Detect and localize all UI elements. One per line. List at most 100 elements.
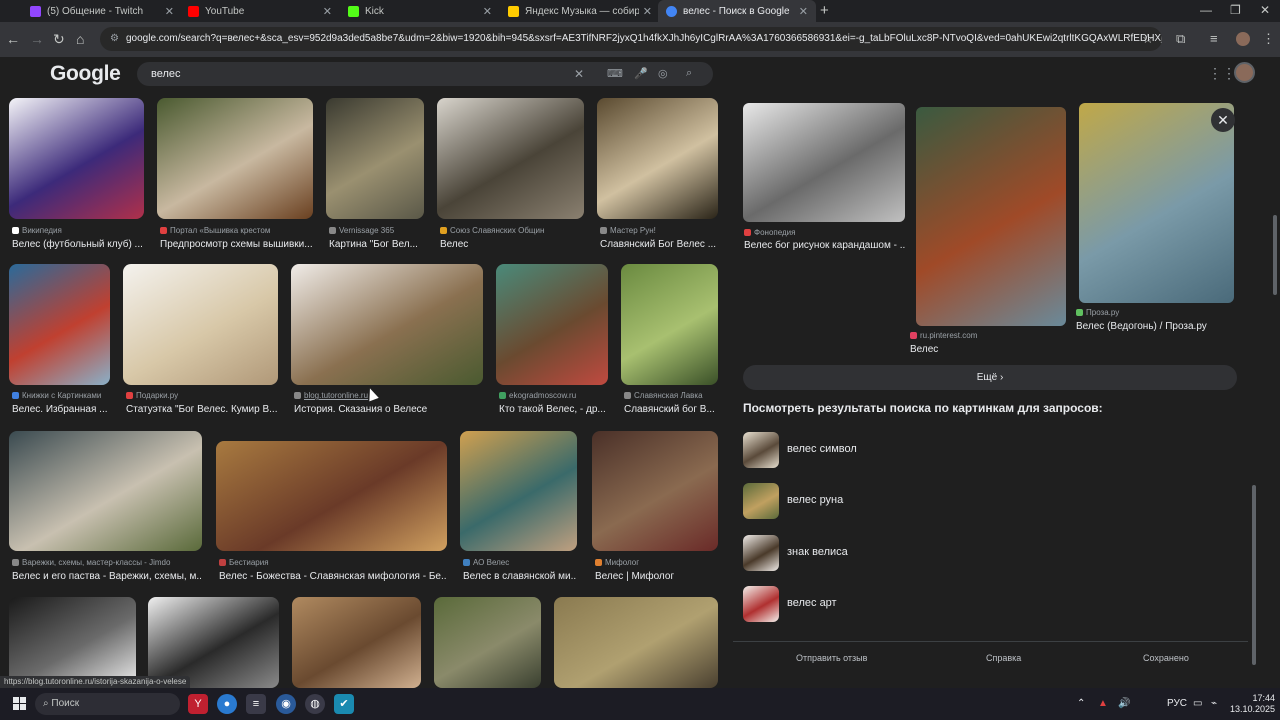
page-scrollbar[interactable] [1270, 57, 1280, 688]
result-thumbnail[interactable] [157, 98, 313, 219]
result-thumbnail[interactable] [597, 98, 718, 219]
result-source[interactable]: Союз Славянских Общин [440, 226, 584, 235]
language-indicator[interactable]: РУС [1167, 698, 1187, 709]
result-thumbnail[interactable] [291, 264, 483, 385]
image-result[interactable]: Славянская Лавка Славянский бог В... [621, 264, 718, 416]
panel-image-source[interactable]: ru.pinterest.com [910, 331, 977, 340]
extensions-icon[interactable]: ⧉ [1176, 31, 1185, 47]
image-result[interactable]: Книжки с Картинками Велес. Избранная ... [9, 264, 110, 416]
display-icon[interactable]: ▭ [1193, 698, 1202, 709]
search-icon[interactable]: ⌕ [686, 67, 692, 80]
panel-image-title[interactable]: Велес [910, 344, 1060, 355]
related-search-item[interactable]: велес символ [743, 432, 1237, 468]
chevron-up-icon[interactable]: ⌃ [1077, 698, 1085, 709]
image-result[interactable]: Союз Славянских Общин Велес [437, 98, 584, 250]
result-thumbnail[interactable] [292, 597, 421, 688]
close-tab-icon[interactable]: ✕ [323, 5, 332, 18]
result-thumbnail[interactable] [123, 264, 278, 385]
result-source[interactable]: Варежки, схемы, мастер-классы - Jimdo [12, 558, 202, 567]
feedback-link[interactable]: Отправить отзыв [796, 653, 867, 663]
result-source[interactable]: Подарки.ру [126, 391, 278, 400]
close-window-icon[interactable]: ✕ [1260, 3, 1270, 17]
panel-image-source[interactable]: Проза.ру [1076, 308, 1119, 317]
tab-yandex-music[interactable]: Яндекс Музыка — собираем музыку ✕ [500, 0, 660, 22]
image-result[interactable]: АО Велес Велес в славянской ми... [460, 431, 577, 583]
search-box[interactable]: велес ✕ ⌨ 🎤 ◎ ⌕ [137, 62, 713, 86]
keyboard-icon[interactable]: ⌨ [607, 67, 623, 80]
image-result[interactable]: Википедия Велес (футбольный клуб) ... [9, 98, 144, 250]
image-result[interactable] [148, 597, 279, 688]
result-thumbnail[interactable] [437, 98, 584, 219]
apps-grid-icon[interactable]: ⋮⋮ [1208, 65, 1236, 82]
result-source[interactable]: blog.tutoronline.ru [294, 391, 483, 400]
help-link[interactable]: Справка [986, 653, 1021, 663]
profile-icon[interactable] [1236, 32, 1250, 46]
image-result[interactable]: Мифолог Велес | Мифолог [592, 431, 718, 583]
image-result[interactable]: Бестиария Велес - Божества - Славянская … [216, 431, 447, 583]
tab-kick[interactable]: Kick ✕ [340, 0, 500, 22]
more-button[interactable]: Ещё › [743, 365, 1237, 390]
related-search-item[interactable]: велес арт [743, 586, 1237, 622]
windows-start-icon[interactable] [13, 697, 26, 710]
image-result[interactable]: Мастер Рун! Славянский Бог Велес ... [597, 98, 718, 250]
lens-icon[interactable]: ◎ [658, 67, 668, 80]
result-title[interactable]: Картина "Бог Вел... [329, 239, 424, 250]
close-tab-icon[interactable]: ✕ [483, 5, 492, 18]
chrome-active-icon[interactable]: ◉ [276, 694, 296, 714]
result-title[interactable]: Велес (футбольный клуб) ... [12, 239, 144, 250]
panel-image[interactable] [1079, 103, 1234, 303]
image-result[interactable] [292, 597, 421, 688]
result-title[interactable]: Предпросмотр схемы вышивки... [160, 239, 313, 250]
result-title[interactable]: История. Сказания о Велесе [294, 404, 483, 415]
result-title[interactable]: Кто такой Велес, - др... [499, 404, 608, 415]
panel-image[interactable] [916, 107, 1066, 326]
restore-icon[interactable]: ❐ [1230, 3, 1241, 17]
bookmark-star-icon[interactable]: ☆ [1142, 31, 1154, 47]
panel-scrollbar[interactable] [1250, 95, 1258, 688]
result-title[interactable]: Велес в славянской ми... [463, 571, 577, 582]
close-tab-icon[interactable]: ✕ [799, 5, 808, 18]
result-thumbnail[interactable] [148, 597, 279, 688]
image-result[interactable]: Vernissage 365 Картина "Бог Вел... [326, 98, 424, 250]
chrome-icon[interactable]: ● [217, 694, 237, 714]
obs-icon[interactable]: ◍ [305, 694, 325, 714]
result-source[interactable]: Мастер Рун! [600, 226, 718, 235]
result-source[interactable]: ekogradmoscow.ru [499, 391, 608, 400]
result-thumbnail[interactable] [592, 431, 718, 551]
result-title[interactable]: Славянский Бог Велес ... [600, 239, 718, 250]
result-thumbnail[interactable] [9, 98, 144, 219]
network-icon[interactable]: ⌁ [1211, 698, 1217, 709]
back-icon[interactable]: ← [6, 31, 20, 47]
saved-link[interactable]: Сохранено [1143, 653, 1189, 663]
google-logo[interactable]: Google [50, 62, 121, 86]
close-tab-icon[interactable]: ✕ [165, 5, 174, 18]
close-tab-icon[interactable]: ✕ [643, 5, 652, 18]
panel-image-title[interactable]: Велес (Ведогонь) / Проза.ру [1076, 321, 1236, 332]
image-result[interactable]: Портал «Вышивка крестом Предпросмотр схе… [157, 98, 313, 250]
reload-icon[interactable]: ↻ [53, 31, 65, 48]
result-source[interactable]: Мифолог [595, 558, 718, 567]
tab-google-search[interactable]: велес - Поиск в Google ✕ [658, 0, 816, 22]
page-scrollbar-thumb[interactable] [1273, 215, 1277, 295]
tab-youtube[interactable]: YouTube ✕ [180, 0, 340, 22]
address-bar[interactable]: ⚙ google.com/search?q=велес+&sca_esv=952d… [100, 27, 1162, 51]
result-title[interactable]: Велес | Мифолог [595, 571, 718, 582]
app-icon[interactable]: ✔ [334, 694, 354, 714]
minimize-icon[interactable]: — [1200, 3, 1212, 17]
related-search-item[interactable]: знак велиса [743, 535, 1237, 571]
result-title[interactable]: Велес - Божества - Славянская мифология … [219, 571, 447, 582]
volume-icon[interactable]: 🔊 [1118, 698, 1130, 709]
panel-image[interactable] [743, 103, 905, 222]
panel-image-source[interactable]: Фонопедия [744, 228, 795, 237]
home-icon[interactable]: ⌂ [76, 31, 84, 47]
result-title[interactable]: Велес. Избранная ... [12, 404, 110, 415]
clock[interactable]: 17:44 13.10.2025 [1230, 693, 1275, 715]
file-explorer-icon[interactable]: ≡ [246, 694, 266, 714]
yandex-browser-icon[interactable]: Y [188, 694, 208, 714]
result-title[interactable]: Велес и его паства - Варежки, схемы, м..… [12, 571, 202, 582]
image-result[interactable]: ekogradmoscow.ru Кто такой Велес, - др..… [496, 264, 608, 416]
antivirus-icon[interactable]: ▲ [1098, 698, 1108, 709]
forward-icon[interactable]: → [30, 31, 44, 47]
result-thumbnail[interactable] [621, 264, 718, 385]
related-search-item[interactable]: велес руна [743, 483, 1237, 519]
